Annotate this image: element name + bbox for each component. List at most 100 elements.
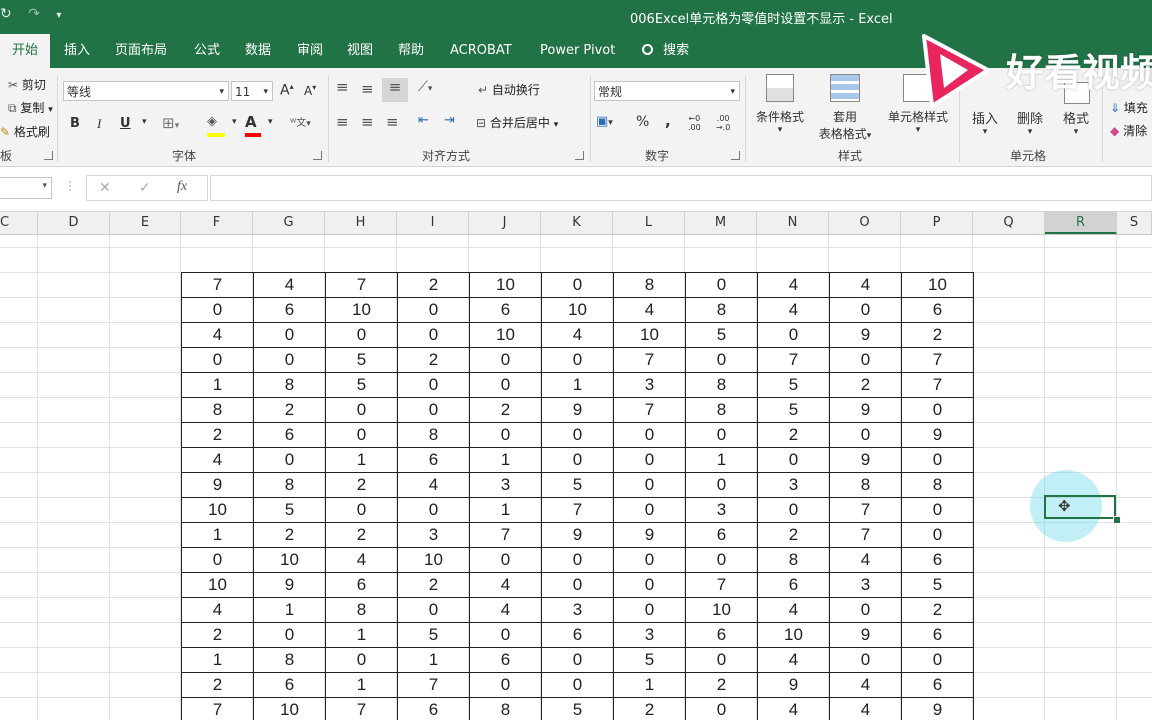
table-cell[interactable]: 6 [253, 672, 326, 698]
column-header-n[interactable]: N [757, 212, 829, 234]
table-cell[interactable]: 8 [613, 272, 686, 298]
table-cell[interactable]: 0 [253, 322, 326, 348]
orientation-icon[interactable]: ⟋▾ [418, 79, 432, 95]
align-bottom-icon[interactable]: ≡ [382, 78, 408, 102]
cut-button[interactable]: ✂ 剪切 [8, 76, 46, 93]
table-cell[interactable]: 9 [757, 672, 830, 698]
table-cell[interactable]: 4 [757, 297, 830, 323]
table-cell[interactable]: 4 [757, 272, 830, 298]
table-cell[interactable]: 6 [253, 297, 326, 323]
table-cell[interactable]: 2 [253, 397, 326, 423]
table-cell[interactable]: 3 [757, 472, 830, 498]
tab-data[interactable]: 数据 [245, 34, 271, 68]
column-header-k[interactable]: K [541, 212, 613, 234]
table-cell[interactable]: 10 [901, 272, 974, 298]
table-cell[interactable]: 6 [685, 622, 758, 648]
table-cell[interactable]: 2 [829, 372, 902, 398]
table-cell[interactable]: 6 [901, 297, 974, 323]
table-cell[interactable]: 2 [325, 472, 398, 498]
table-cell[interactable]: 6 [757, 572, 830, 598]
table-cell[interactable]: 1 [613, 672, 686, 698]
tab-view[interactable]: 视图 [347, 34, 373, 68]
fill-color-button[interactable]: ◈ [207, 114, 225, 137]
align-left-icon[interactable]: ≡ [336, 113, 349, 131]
table-cell[interactable]: 0 [757, 447, 830, 473]
table-cell[interactable]: 2 [613, 697, 686, 720]
table-cell[interactable]: 6 [685, 522, 758, 548]
table-cell[interactable]: 10 [397, 547, 470, 573]
table-cell[interactable]: 10 [325, 297, 398, 323]
customize-qat-icon[interactable]: ▾ [56, 10, 67, 21]
table-cell[interactable]: 6 [469, 647, 542, 673]
name-box[interactable]: ▾ [0, 177, 52, 199]
table-cell[interactable]: 0 [685, 422, 758, 448]
table-cell[interactable]: 7 [613, 347, 686, 373]
increase-indent-icon[interactable]: ⇥ [444, 113, 455, 128]
table-cell[interactable]: 1 [325, 672, 398, 698]
table-cell[interactable]: 7 [901, 347, 974, 373]
selected-cell[interactable]: ✥ [1044, 495, 1116, 519]
wrap-text-button[interactable]: ↵ 自动换行 [478, 81, 540, 98]
table-cell[interactable]: 1 [469, 497, 542, 523]
table-cell[interactable]: 2 [757, 422, 830, 448]
accounting-format-icon[interactable]: ▣▾ [596, 114, 613, 129]
table-cell[interactable]: 2 [253, 522, 326, 548]
table-cell[interactable]: 4 [829, 272, 902, 298]
percent-style-button[interactable]: % [636, 114, 649, 130]
table-cell[interactable]: 10 [541, 297, 614, 323]
phonetic-guide-icon[interactable]: ᵂ文▾ [290, 114, 311, 129]
table-cell[interactable]: 9 [829, 397, 902, 423]
table-cell[interactable]: 0 [685, 347, 758, 373]
table-cell[interactable]: 0 [829, 422, 902, 448]
table-cell[interactable]: 0 [253, 447, 326, 473]
table-cell[interactable]: 4 [325, 547, 398, 573]
table-cell[interactable]: 5 [757, 397, 830, 423]
table-cell[interactable]: 0 [397, 397, 470, 423]
table-cell[interactable]: 7 [685, 572, 758, 598]
table-cell[interactable]: 4 [469, 572, 542, 598]
grow-font-button[interactable]: A▴ [280, 82, 294, 99]
conditional-formatting-button[interactable]: 条件格式 ▾ [751, 74, 809, 135]
table-cell[interactable]: 2 [469, 397, 542, 423]
comma-style-button[interactable]: , [665, 112, 671, 130]
italic-button[interactable]: I [97, 116, 101, 132]
table-cell[interactable]: 0 [541, 647, 614, 673]
table-cell[interactable]: 0 [685, 647, 758, 673]
table-cell[interactable]: 4 [757, 597, 830, 623]
table-cell[interactable]: 0 [541, 547, 614, 573]
number-format-select[interactable]: 常规 ▾ [594, 81, 740, 101]
table-cell[interactable]: 6 [901, 672, 974, 698]
table-cell[interactable]: 0 [469, 622, 542, 648]
font-name-select[interactable]: 等线 ▾ [63, 81, 229, 101]
table-cell[interactable]: 2 [181, 622, 254, 648]
table-cell[interactable]: 0 [541, 422, 614, 448]
table-cell[interactable]: 5 [325, 372, 398, 398]
insert-cells-button[interactable]: 插入 ▾ [966, 108, 1004, 137]
column-header-m[interactable]: M [685, 212, 757, 234]
bold-button[interactable]: B [70, 116, 80, 131]
table-cell[interactable]: 9 [901, 422, 974, 448]
table-cell[interactable]: 10 [469, 272, 542, 298]
table-cell[interactable]: 7 [829, 522, 902, 548]
table-cell[interactable]: 2 [757, 522, 830, 548]
table-cell[interactable]: 7 [325, 697, 398, 720]
table-cell[interactable]: 5 [397, 622, 470, 648]
table-cell[interactable]: 4 [253, 272, 326, 298]
table-cell[interactable]: 4 [829, 672, 902, 698]
table-cell[interactable]: 9 [253, 572, 326, 598]
table-cell[interactable]: 8 [901, 472, 974, 498]
table-cell[interactable]: 0 [829, 297, 902, 323]
table-cell[interactable]: 0 [613, 447, 686, 473]
table-cell[interactable]: 4 [397, 472, 470, 498]
table-cell[interactable]: 0 [901, 397, 974, 423]
decrease-decimal-button[interactable]: .00 →.0 [716, 114, 730, 132]
align-center-icon[interactable]: ≡ [361, 113, 374, 131]
table-cell[interactable]: 8 [829, 472, 902, 498]
font-color-dropdown-icon[interactable]: ▾ [268, 117, 273, 127]
table-cell[interactable]: 3 [613, 622, 686, 648]
table-cell[interactable]: 2 [325, 522, 398, 548]
table-cell[interactable]: 9 [613, 522, 686, 548]
table-cell[interactable]: 9 [541, 522, 614, 548]
table-cell[interactable]: 5 [541, 697, 614, 720]
table-cell[interactable]: 5 [901, 572, 974, 598]
